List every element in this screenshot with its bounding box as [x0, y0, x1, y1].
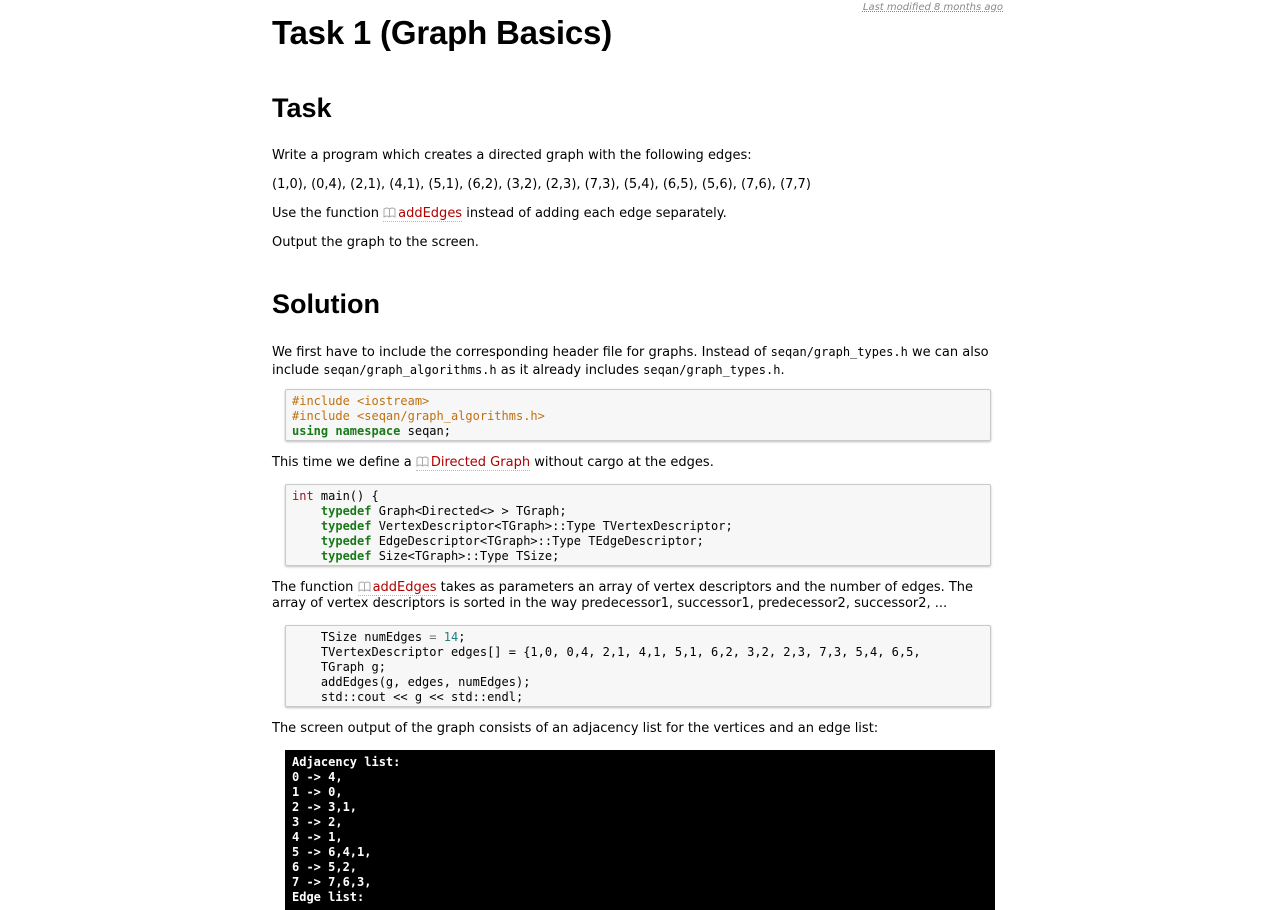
code-block-typedefs: int main() { typedef Graph<Directed<> > … [285, 484, 991, 566]
code-block-includes: #include <iostream> #include <seqan/grap… [285, 389, 991, 441]
page-title: Task 1 (Graph Basics) [272, 14, 612, 51]
task-description: Write a program which creates a directed… [272, 148, 752, 163]
book-icon [416, 456, 429, 467]
solution-heading: Solution [272, 289, 380, 319]
task-heading: Task [272, 93, 332, 123]
addedges-link[interactable]: addEdges [383, 206, 463, 222]
solution-addedges-explanation: The function addEdges takes as parameter… [272, 580, 974, 611]
inline-code: seqan/graph_types.h [770, 345, 908, 359]
book-icon [358, 581, 371, 592]
solution-intro: We first have to include the correspondi… [272, 345, 989, 378]
last-modified[interactable]: Last modified 8 months ago [863, 2, 1003, 13]
console-output: Adjacency list: 0 -> 4, 1 -> 0, 2 -> 3,1… [285, 750, 995, 910]
code-block-edges[interactable]: TSize numEdges = 14; TVertexDescriptor e… [285, 625, 991, 707]
task-output-hint: Output the graph to the screen. [272, 235, 479, 250]
book-icon [383, 207, 396, 218]
task-function-hint: Use the function addEdges instead of add… [272, 206, 727, 222]
directed-graph-link[interactable]: Directed Graph [415, 455, 531, 471]
last-modified-link[interactable]: 8 months ago [934, 2, 1003, 13]
solution-output-description: The screen output of the graph consists … [272, 721, 879, 736]
addedges-link[interactable]: addEdges [357, 580, 437, 596]
inline-code: seqan/graph_algorithms.h [323, 362, 497, 377]
inline-code: seqan/graph_types.h [643, 362, 781, 377]
task-edges: (1,0), (0,4), (2,1), (4,1), (5,1), (6,2)… [272, 177, 811, 192]
solution-graph-definition: This time we define a Directed Graph wit… [272, 455, 714, 471]
